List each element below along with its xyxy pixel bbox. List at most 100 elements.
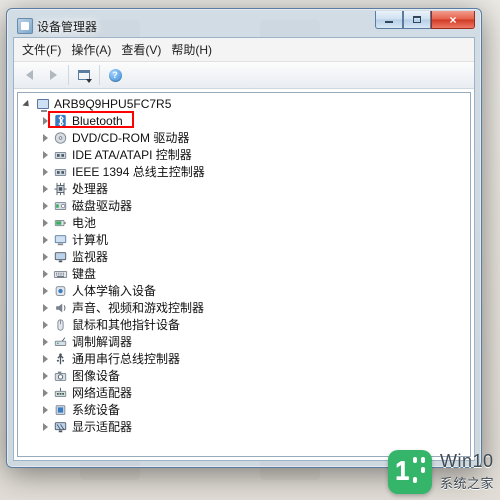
network-icon (53, 386, 68, 400)
tree-item[interactable]: DVD/CD-ROM 驱动器 (18, 129, 470, 146)
titlebar[interactable]: 设备管理器 × (13, 15, 475, 37)
tree-item[interactable]: 电池 (18, 214, 470, 231)
menu-view[interactable]: 查看(V) (117, 40, 165, 59)
tree-item-label: 磁盘驱动器 (72, 197, 132, 214)
controller-icon (53, 148, 68, 162)
app-icon (17, 18, 33, 34)
tree-item-label: 显示适配器 (72, 418, 132, 435)
mouse-icon (53, 318, 68, 332)
tree-item[interactable]: 磁盘驱动器 (18, 197, 470, 214)
tree-item-label: 系统设备 (72, 401, 120, 418)
tree-item-label: 图像设备 (72, 367, 120, 384)
tree-item[interactable]: Bluetooth (18, 112, 470, 129)
close-icon: × (449, 14, 456, 26)
tree-item[interactable]: 声音、视频和游戏控制器 (18, 299, 470, 316)
toolbar-help-button[interactable]: ? (104, 64, 126, 86)
menu-help[interactable]: 帮助(H) (167, 40, 216, 59)
expander-closed-icon[interactable] (40, 116, 50, 126)
sound-icon (53, 301, 68, 315)
toolbar-back-button[interactable] (18, 64, 40, 86)
tree-root-node[interactable]: ARB9Q9HPU5FC7R5 (18, 95, 470, 112)
footer-branding: 1 Win10 系统之家 (388, 450, 494, 494)
help-icon: ? (109, 69, 122, 82)
expander-closed-icon[interactable] (40, 150, 50, 160)
tree-item[interactable]: IEEE 1394 总线主控制器 (18, 163, 470, 180)
tree-item[interactable]: 图像设备 (18, 367, 470, 384)
brand-main: Win10 (440, 451, 494, 471)
tree-item-label: 网络适配器 (72, 384, 132, 401)
tree-item-label: 通用串行总线控制器 (72, 350, 180, 367)
tree-item-label: Bluetooth (72, 114, 123, 128)
expander-closed-icon[interactable] (40, 235, 50, 245)
tree-item[interactable]: IDE ATA/ATAPI 控制器 (18, 146, 470, 163)
menu-action[interactable]: 操作(A) (67, 40, 115, 59)
expander-closed-icon[interactable] (40, 303, 50, 313)
device-manager-window: 设备管理器 × 文件(F) 操作(A) 查看(V) 帮助(H) (6, 8, 482, 468)
expander-closed-icon[interactable] (40, 422, 50, 432)
maximize-button[interactable] (403, 11, 431, 29)
tree-item[interactable]: 键盘 (18, 265, 470, 282)
expander-closed-icon[interactable] (40, 405, 50, 415)
toolbar-forward-button[interactable] (42, 64, 64, 86)
device-tree[interactable]: ARB9Q9HPU5FC7R5 BluetoothDVD/CD-ROM 驱动器I… (17, 92, 471, 457)
computer-icon (35, 97, 50, 111)
expander-closed-icon[interactable] (40, 286, 50, 296)
tree-children: BluetoothDVD/CD-ROM 驱动器IDE ATA/ATAPI 控制器… (18, 112, 470, 435)
expander-closed-icon[interactable] (40, 320, 50, 330)
expander-closed-icon[interactable] (40, 269, 50, 279)
window-title: 设备管理器 (37, 18, 97, 35)
tree-root-label: ARB9Q9HPU5FC7R5 (54, 97, 171, 111)
tree-item-label: 键盘 (72, 265, 96, 282)
toolbar-separator (99, 65, 100, 85)
tree-item[interactable]: 显示适配器 (18, 418, 470, 435)
tree-item[interactable]: 人体学输入设备 (18, 282, 470, 299)
expander-closed-icon[interactable] (40, 337, 50, 347)
window-buttons: × (375, 11, 475, 29)
expander-closed-icon[interactable] (40, 184, 50, 194)
tree-item-label: 鼠标和其他指针设备 (72, 316, 180, 333)
expander-closed-icon[interactable] (40, 201, 50, 211)
tree-item-label: 计算机 (72, 231, 108, 248)
minimize-icon (385, 21, 393, 23)
expander-closed-icon[interactable] (40, 354, 50, 364)
expander-closed-icon[interactable] (40, 133, 50, 143)
expander-closed-icon[interactable] (40, 371, 50, 381)
tree-item[interactable]: 鼠标和其他指针设备 (18, 316, 470, 333)
menu-file[interactable]: 文件(F) (18, 40, 65, 59)
tree-item-label: 电池 (72, 214, 96, 231)
menubar: 文件(F) 操作(A) 查看(V) 帮助(H) (14, 38, 474, 62)
tree-item[interactable]: 系统设备 (18, 401, 470, 418)
tree-item[interactable]: 通用串行总线控制器 (18, 350, 470, 367)
imaging-icon (53, 369, 68, 383)
display-icon (53, 420, 68, 434)
toolbar: ? (14, 62, 474, 89)
tree-item-label: 处理器 (72, 180, 108, 197)
tree-item-label: 调制解调器 (72, 333, 132, 350)
system-icon (53, 403, 68, 417)
chevron-down-icon (86, 79, 92, 83)
tree-item[interactable]: 调制解调器 (18, 333, 470, 350)
close-button[interactable]: × (431, 11, 475, 29)
toolbar-separator (68, 65, 69, 85)
bluetooth-icon (53, 114, 68, 128)
minimize-button[interactable] (375, 11, 403, 29)
expander-closed-icon[interactable] (40, 218, 50, 228)
tree-item-label: IEEE 1394 总线主控制器 (72, 163, 205, 180)
keyboard-icon (53, 267, 68, 281)
tree-item-label: IDE ATA/ATAPI 控制器 (72, 146, 192, 163)
disc-icon (53, 131, 68, 145)
computer-icon (53, 233, 68, 247)
tree-item[interactable]: 网络适配器 (18, 384, 470, 401)
cpu-icon (53, 182, 68, 196)
tree-item[interactable]: 处理器 (18, 180, 470, 197)
expander-closed-icon[interactable] (40, 388, 50, 398)
expander-closed-icon[interactable] (40, 167, 50, 177)
tree-item[interactable]: 计算机 (18, 231, 470, 248)
hid-icon (53, 284, 68, 298)
tree-item[interactable]: 监视器 (18, 248, 470, 265)
toolbar-properties-button[interactable] (73, 64, 95, 86)
brand-text: Win10 系统之家 (440, 451, 494, 493)
expander-open-icon[interactable] (22, 99, 32, 109)
disk-icon (53, 199, 68, 213)
expander-closed-icon[interactable] (40, 252, 50, 262)
